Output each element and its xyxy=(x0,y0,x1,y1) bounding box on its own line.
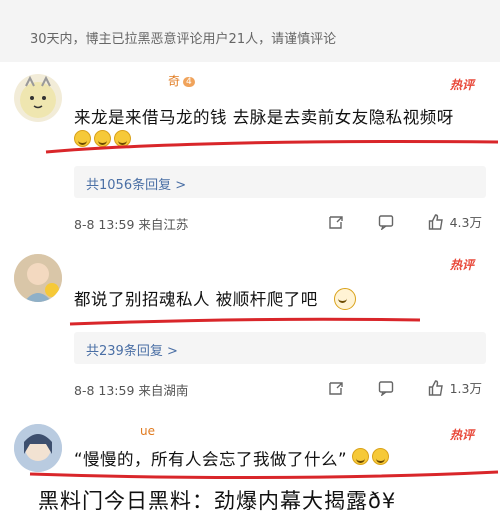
like-button[interactable]: 4.3万 xyxy=(428,212,482,231)
hot-comment-tag: 热评 xyxy=(449,78,474,92)
comment-text: 来龙是来借马龙的钱 去脉是去卖前女友隐私视频呀 xyxy=(74,108,454,127)
avatar[interactable] xyxy=(14,254,62,302)
comment-2: 热评 都说了别招魂私人 被顺杆爬了吧 共239条回复 > 8-8 13:59 来… xyxy=(0,240,500,410)
caption-text: 黑料门今日黑料：劲爆内幕大揭露ð¥ xyxy=(38,489,397,513)
like-icon xyxy=(428,213,443,230)
share-icon[interactable] xyxy=(328,380,344,396)
comment-meta: 8-8 13:59 来自湖南 xyxy=(74,383,189,398)
avatar[interactable] xyxy=(14,74,62,122)
username[interactable]: 奇4 xyxy=(168,72,195,89)
share-icon[interactable] xyxy=(328,214,344,230)
comment-actions: 4.3万 xyxy=(328,212,482,231)
username[interactable]: ue xyxy=(140,424,155,438)
red-underline xyxy=(45,139,499,154)
comment-icon[interactable] xyxy=(378,380,394,396)
comment-text: 都说了别招魂私人 被顺杆爬了吧 xyxy=(74,290,318,309)
user-badge: 4 xyxy=(183,76,195,87)
like-count: 4.3万 xyxy=(449,215,482,230)
notice-bar: 30天内，博主已拉黑恶意评论用户21人，请谨慎评论 xyxy=(0,0,500,62)
comment-1: 奇4 热评 来龙是来借马龙的钱 去脉是去卖前女友隐私视频呀 共1056条回复 >… xyxy=(0,62,500,240)
laugh-cry-icon xyxy=(372,448,389,465)
replies-link[interactable]: 共1056条回复 > xyxy=(74,166,486,198)
caption-overlay: 黑料门今日黑料：劲爆内幕大揭露ð¥ xyxy=(0,479,500,517)
like-count: 1.3万 xyxy=(449,381,482,396)
comment-actions: 1.3万 xyxy=(328,378,482,397)
laugh-icon xyxy=(352,448,369,465)
comment-icon[interactable] xyxy=(378,214,394,230)
hot-comment-tag: 热评 xyxy=(449,428,474,442)
cat-emoji-icon xyxy=(334,288,356,310)
replies-link[interactable]: 共239条回复 > xyxy=(74,332,486,364)
hot-comment-tag: 热评 xyxy=(449,258,474,272)
like-icon xyxy=(428,379,443,396)
like-button[interactable]: 1.3万 xyxy=(428,378,482,397)
comment-meta: 8-8 13:59 来自江苏 xyxy=(74,217,189,232)
replies-count: 共239条回复 > xyxy=(86,344,178,359)
replies-count: 共1056条回复 > xyxy=(86,178,187,193)
notice-text: 30天内，博主已拉黑恶意评论用户21人，请谨慎评论 xyxy=(30,32,337,47)
